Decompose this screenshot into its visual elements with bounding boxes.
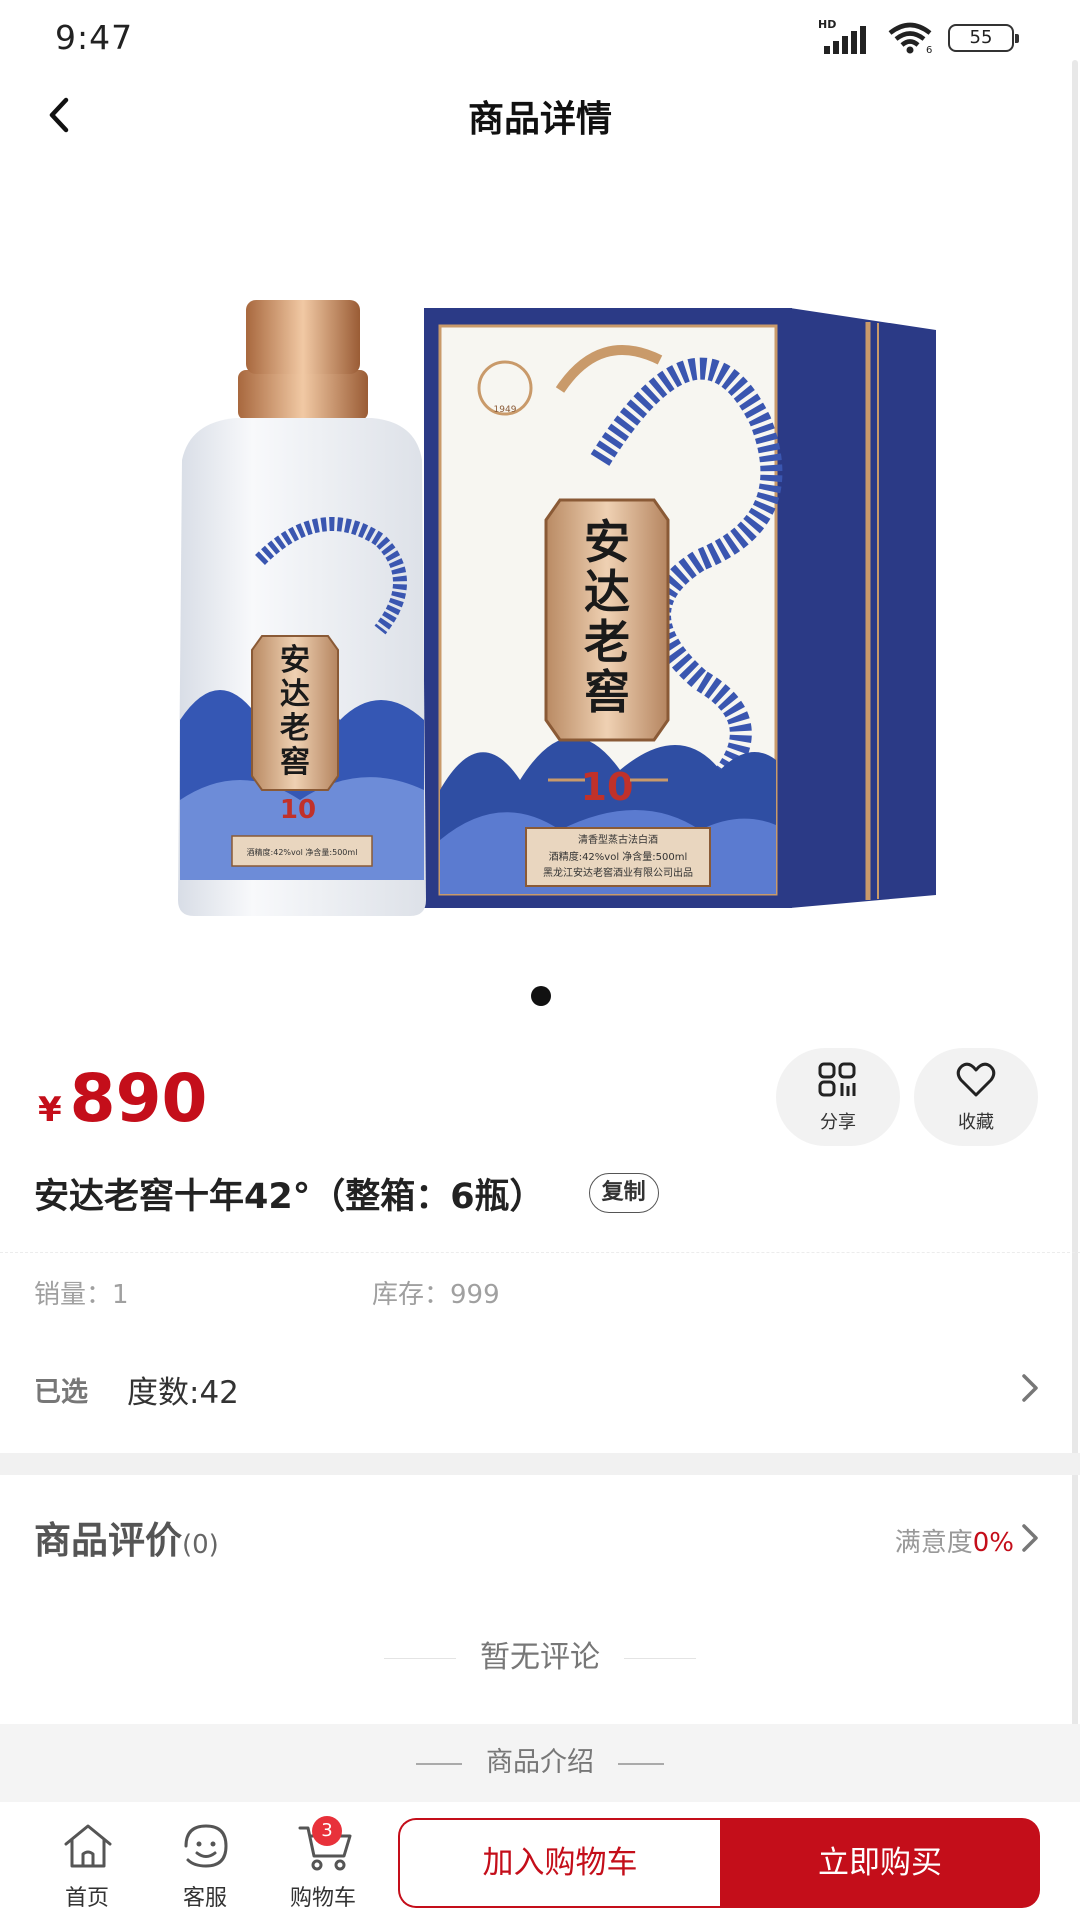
svg-text:6: 6 (926, 45, 932, 54)
box-strip-1: 清香型蒸古法白酒 (578, 833, 658, 846)
divider (0, 1252, 1080, 1253)
box-strip-3: 黑龙江安达老窖酒业有限公司出品 (543, 866, 693, 879)
product-image-carousel[interactable]: 安 达 老 窖 10 清香型蒸古法白酒 酒精度:42%vol 净含量:500ml… (0, 160, 1080, 990)
divider-line (416, 1762, 462, 1765)
product-image: 安 达 老 窖 10 清香型蒸古法白酒 酒精度:42%vol 净含量:500ml… (178, 300, 936, 916)
box-years: 10 (581, 765, 634, 809)
spec-value: 度数:42 (127, 1375, 239, 1411)
signal-icon: HD (818, 18, 872, 54)
price: ¥ 890 (38, 1060, 207, 1137)
reviews-title-text: 商品评价 (34, 1519, 182, 1562)
tab-customer-service[interactable]: 客服 (150, 1818, 260, 1914)
favorite-button[interactable]: 收藏 (914, 1048, 1038, 1146)
qrcode-share-icon (818, 1062, 856, 1097)
nav-bar: 商品详情 (0, 78, 1080, 152)
stock-count: 库存：999 (372, 1280, 500, 1310)
status-bar: 9:47 HD 6 55 (0, 0, 1080, 78)
cart-badge: 3 (312, 1816, 342, 1846)
satisfaction-label: 满意度 (894, 1528, 973, 1558)
divider-line (624, 1658, 696, 1659)
satisfaction-value: 0% (972, 1528, 1014, 1558)
reviews-count: (0) (182, 1530, 219, 1560)
carousel-indicator-dot[interactable] (531, 986, 551, 1006)
sales-count: 销量：1 (34, 1280, 129, 1310)
price-row: ¥ 890 分享 收藏 (0, 1040, 1080, 1150)
bottle-label-char-4: 窖 (280, 745, 310, 780)
section-separator (0, 1453, 1080, 1475)
tab-cart[interactable]: 3 购物车 (268, 1816, 378, 1914)
tab-home[interactable]: 首页 (32, 1818, 142, 1914)
heart-icon (956, 1062, 996, 1097)
divider-line (384, 1658, 456, 1659)
box-label-char-1: 安 (584, 515, 630, 569)
bottle-label-char-3: 老 (280, 711, 310, 746)
copy-button[interactable]: 复制 (588, 1173, 659, 1213)
box-strip-2: 酒精度:42%vol 净含量:500ml (549, 850, 688, 863)
box-label-char-3: 老 (584, 615, 630, 669)
intro-title: 商品介绍 (486, 1747, 594, 1778)
bottle-strip: 酒精度:42%vol 净含量:500ml (247, 847, 358, 857)
reviews-header[interactable]: 商品评价(0) 满意度0% (0, 1504, 1080, 1574)
currency-symbol: ¥ (38, 1090, 62, 1130)
price-value: 890 (69, 1060, 208, 1137)
bottom-action-bar: 首页 客服 3 购物车 加入购物车 立即购买 (0, 1802, 1080, 1920)
satisfaction: 满意度0% (895, 1522, 1014, 1559)
product-title: 安达老窖十年42°（整箱：6瓶） (34, 1176, 545, 1217)
favorite-label: 收藏 (958, 1112, 994, 1133)
box-label-char-4: 窖 (584, 665, 630, 719)
badge-year: 1949 (494, 405, 517, 415)
share-label: 分享 (820, 1112, 856, 1133)
reviews-title: 商品评价(0) (34, 1510, 219, 1564)
chevron-right-icon (1022, 1524, 1038, 1552)
empty-reviews: 暂无评论 (0, 1632, 1080, 1676)
bottle-label-char-2: 达 (280, 677, 310, 712)
battery-indicator: 55 (948, 24, 1019, 52)
page-title: 商品详情 (467, 99, 612, 140)
product-intro-header: 商品介绍 (0, 1724, 1080, 1802)
empty-reviews-text: 暂无评论 (480, 1640, 600, 1675)
product-title-row: 安达老窖十年42°（整箱：6瓶） 复制 (34, 1168, 659, 1218)
home-icon (64, 1824, 112, 1868)
box-label-char-2: 达 (584, 565, 630, 619)
bottle-years: 10 (280, 795, 316, 825)
divider-line (618, 1762, 664, 1765)
tab-cart-label: 购物车 (289, 1886, 356, 1911)
status-icons: HD 6 55 (818, 18, 1019, 54)
tab-home-label: 首页 (64, 1886, 109, 1911)
wifi-icon: 6 (888, 22, 932, 54)
spec-label: 已选 (34, 1377, 88, 1408)
status-time: 9:47 (55, 18, 134, 57)
add-to-cart-button[interactable]: 加入购物车 (398, 1818, 720, 1908)
customer-service-icon (184, 1824, 228, 1868)
share-button[interactable]: 分享 (776, 1048, 900, 1146)
chevron-right-icon (1022, 1374, 1038, 1402)
bottle-label-char-1: 安 (280, 643, 310, 678)
tab-service-label: 客服 (182, 1886, 227, 1911)
spec-selector[interactable]: 已选 度数:42 (0, 1352, 1080, 1424)
buy-now-button[interactable]: 立即购买 (720, 1818, 1040, 1908)
